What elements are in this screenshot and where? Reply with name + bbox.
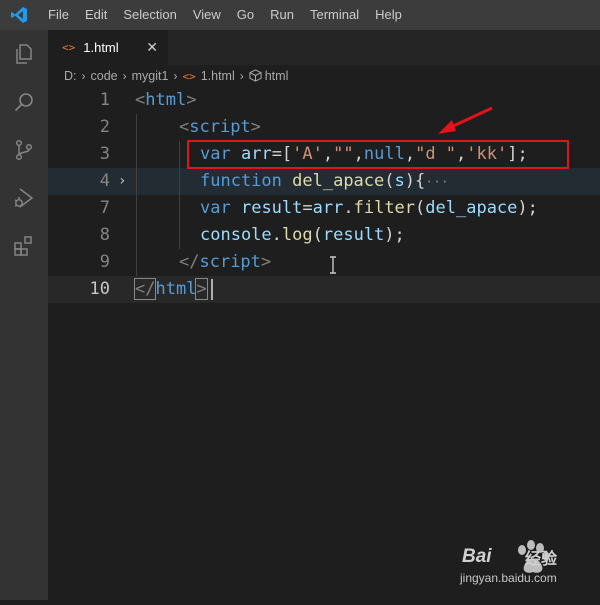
close-icon[interactable]: ✕ — [146, 39, 158, 56]
html-file-icon: <> — [182, 69, 196, 83]
breadcrumb-folder-code[interactable]: code — [91, 69, 118, 83]
activity-bar — [0, 30, 48, 600]
extensions-icon[interactable] — [12, 234, 36, 258]
watermark-brand: Bai — [462, 546, 492, 567]
code-text: <script> — [179, 117, 261, 137]
menu-help[interactable]: Help — [367, 0, 410, 30]
code-line: 1 <html> — [48, 87, 600, 114]
line-number: 1 — [99, 90, 110, 110]
code-text: var result=arr.filter(del_apace); — [200, 198, 538, 218]
watermark-suffix: 经验 — [525, 551, 558, 568]
search-icon[interactable] — [12, 90, 36, 114]
chevron-right-icon: › — [81, 69, 86, 83]
line-number: 2 — [99, 117, 110, 137]
tab-label: 1.html — [83, 40, 119, 55]
menu-edit[interactable]: Edit — [77, 0, 115, 30]
fold-chevron-icon[interactable]: › — [118, 168, 126, 195]
line-number: 8 — [99, 225, 110, 245]
html-file-icon: <> — [62, 41, 76, 54]
vscode-logo-icon — [6, 0, 32, 30]
run-debug-icon[interactable] — [12, 186, 36, 210]
code-line: 2 <script> — [48, 114, 600, 141]
symbol-cube-icon — [249, 69, 262, 83]
breadcrumb-drive[interactable]: D: — [64, 69, 77, 83]
code-line: 9 </script> — [48, 249, 600, 276]
source-control-icon[interactable] — [12, 138, 36, 162]
menu-terminal[interactable]: Terminal — [302, 0, 367, 30]
code-text: <html> — [135, 90, 197, 110]
code-line: 7 var result=arr.filter(del_apace); — [48, 195, 600, 222]
code-text: </script> — [179, 252, 272, 272]
line-number: 9 — [99, 252, 110, 272]
code-line: 8 console.log(result); — [48, 222, 600, 249]
title-bar: File Edit Selection View Go Run Terminal… — [0, 0, 600, 30]
chevron-right-icon: › — [122, 69, 127, 83]
code-text: </html> — [133, 278, 208, 300]
highlight-box — [187, 140, 569, 169]
menu-view[interactable]: View — [185, 0, 229, 30]
menu-selection[interactable]: Selection — [115, 0, 184, 30]
text-cursor — [211, 279, 213, 300]
breadcrumb-file[interactable]: 1.html — [201, 69, 235, 83]
line-number: 7 — [99, 198, 110, 218]
chevron-right-icon: › — [173, 69, 178, 83]
code-line-current: 10 </html> — [48, 276, 600, 303]
code-text: function del_apace(s){··· — [200, 171, 449, 191]
line-number: 4 — [99, 171, 110, 191]
code-text: console.log(result); — [200, 225, 405, 245]
breadcrumb: D: › code › mygit1 › <> 1.html › html — [48, 65, 600, 87]
breadcrumb-folder-mygit1[interactable]: mygit1 — [132, 69, 169, 83]
explorer-icon[interactable] — [12, 42, 36, 66]
line-number: 10 — [89, 279, 110, 299]
watermark-url: jingyan.baidu.com — [460, 571, 557, 585]
tab-1-html[interactable]: <> 1.html ✕ — [48, 30, 168, 65]
menu-run[interactable]: Run — [262, 0, 302, 30]
menu-go[interactable]: Go — [229, 0, 262, 30]
tab-bar: <> 1.html ✕ — [48, 30, 600, 65]
chevron-right-icon: › — [239, 69, 244, 83]
code-line: 4 › function del_apace(s){··· — [48, 168, 600, 195]
menu-file[interactable]: File — [40, 0, 77, 30]
breadcrumb-symbol[interactable]: html — [265, 69, 289, 83]
line-number: 3 — [99, 144, 110, 164]
ibeam-cursor-icon — [330, 256, 336, 274]
folded-ellipsis[interactable]: ··· — [425, 175, 448, 190]
